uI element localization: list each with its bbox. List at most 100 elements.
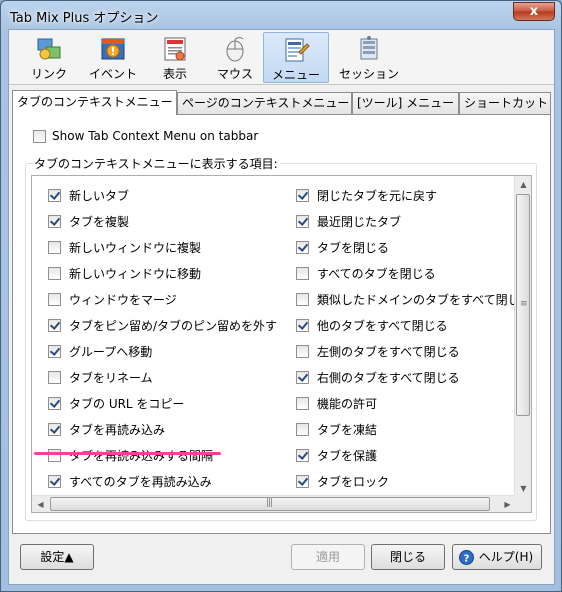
menu-option-label: グループへ移動 [69,345,153,359]
vertical-scroll-thumb[interactable]: ≡ [516,194,530,416]
menu-items-viewport: 新しいタブタブを複製新しいウィンドウに複製新しいウィンドウに移動ウィンドウをマー… [32,176,516,497]
close-button[interactable]: 閉じる [371,544,445,570]
menu-option-checkbox[interactable] [48,475,61,488]
menu-option-item[interactable]: タブの URL をコピー [48,394,184,414]
menu-option-label: タブを保護 [317,449,378,463]
toolbar-session-label: セッション [338,67,399,81]
menu-option-checkbox[interactable] [48,267,61,280]
tab-tools-menu[interactable]: [ツール] メニュー [352,92,459,114]
horizontal-scrollbar[interactable]: ◀ ||| ▶ [32,495,516,512]
menu-option-label: タブを閉じる [317,241,390,255]
menu-option-checkbox[interactable] [296,189,309,202]
menu-option-label: 新しいタブ [69,189,130,203]
horizontal-scroll-thumb[interactable]: ||| [50,497,490,511]
toolbar-event-button[interactable]: イベント [83,32,143,83]
menu-option-item[interactable]: タブをリネーム [48,368,153,388]
tab-page-context-menu[interactable]: ページのコンテキストメニュー [177,92,352,114]
menu-option-label: 新しいウィンドウに移動 [69,267,202,281]
menu-option-checkbox[interactable] [48,423,61,436]
menu-option-item[interactable]: 閉じたタブを元に戻す [296,186,437,206]
menu-option-checkbox[interactable] [48,293,61,306]
menu-option-checkbox[interactable] [296,241,309,254]
menu-option-item[interactable]: タブを凍結 [296,420,377,440]
menu-option-item[interactable]: タブを保護 [296,446,377,466]
menu-option-item[interactable]: 他のタブをすべて閉じる [296,316,448,336]
menu-option-item[interactable]: 機能の許可 [296,394,377,414]
menu-option-checkbox[interactable] [48,189,61,202]
menu-option-checkbox[interactable] [48,397,61,410]
display-icon [164,37,186,61]
menu-option-checkbox[interactable] [48,371,61,384]
menu-option-checkbox[interactable] [296,293,309,306]
menu-option-checkbox[interactable] [296,215,309,228]
menu-option-label: 類似したドメインのタブをすべて閉じる [317,293,516,307]
show-tab-context-label: Show Tab Context Menu on tabbar [52,129,259,143]
menu-option-item[interactable]: タブを再読み込み [48,420,165,440]
menu-option-item[interactable]: 新しいタブ [48,186,129,206]
menu-option-item[interactable]: 新しいウィンドウに複製 [48,238,201,258]
help-button[interactable]: ? ヘルプ(H) [452,544,542,570]
close-window-button[interactable]: x [513,2,555,21]
apply-button[interactable]: 適用 [291,544,365,570]
menu-option-item[interactable]: タブを閉じる [296,238,389,258]
link-icon [37,38,61,60]
menu-option-checkbox[interactable] [48,345,61,358]
toolbar-event-label: イベント [88,67,137,81]
menu-option-checkbox[interactable] [296,371,309,384]
toolbar-menu-label: メニュー [271,68,320,82]
menu-option-label: タブを凍結 [317,423,378,437]
menu-option-item[interactable]: 右側のタブをすべて閉じる [296,368,460,388]
menu-option-checkbox[interactable] [296,397,309,410]
menu-option-checkbox[interactable] [48,241,61,254]
menu-option-checkbox[interactable] [296,423,309,436]
menu-option-item[interactable]: すべてのタブを閉じる [296,264,436,284]
title-bar[interactable]: Tab Mix Plus オプション x [1,1,561,29]
menu-option-item[interactable]: タブをピン留め/タブのピン留めを外す [48,316,277,336]
menu-option-label: 機能の許可 [317,397,378,411]
menu-option-item[interactable]: タブを複製 [48,212,129,232]
toolbar-link-button[interactable]: リンク [19,32,79,83]
toolbar-link-label: リンク [30,67,67,81]
scroll-left-icon[interactable]: ◀ [32,496,49,512]
settings-button[interactable]: 設定▲ [20,544,94,570]
menu-option-label: タブを複製 [69,215,130,229]
menu-option-item[interactable]: すべてのタブを再読み込み [48,472,212,492]
menu-option-item[interactable]: グループへ移動 [48,342,152,362]
scroll-up-icon[interactable]: ▲ [515,176,531,193]
tab-tab-context-menu[interactable]: タブのコンテキストメニュー [12,90,177,115]
menu-option-checkbox[interactable] [48,449,61,462]
menu-option-item[interactable]: 最近閉じたタブ [296,212,401,232]
menu-option-checkbox[interactable] [296,449,309,462]
toolbar-display-button[interactable]: 表示 [149,32,201,83]
hthumb-grip-icon: ||| [266,498,273,508]
dialog-client: リンク イベント 表示 マウス メニュー セッション タブのコンテキストメニュー… [8,29,555,585]
menu-option-label: タブの URL をコピー [69,397,185,411]
menu-option-item[interactable]: タブをロック [296,472,389,492]
menu-option-checkbox[interactable] [48,319,61,332]
toolbar-menu-button[interactable]: メニュー [263,32,329,83]
menu-option-item[interactable]: タブを再読み込みする間隔 [48,446,213,466]
menu-option-checkbox[interactable] [296,475,309,488]
menu-option-label: タブをピン留め/タブのピン留めを外す [69,319,278,333]
tab-shortcuts[interactable]: ショートカット [459,92,551,114]
menu-option-item[interactable]: 左側のタブをすべて閉じる [296,342,460,362]
scroll-corner [514,495,531,512]
menu-option-label: タブをリネーム [69,371,153,385]
menu-items-list[interactable]: 新しいタブタブを複製新しいウィンドウに複製新しいウィンドウに移動ウィンドウをマー… [31,175,532,513]
show-tab-context-option[interactable]: Show Tab Context Menu on tabbar [33,129,258,143]
show-tab-context-checkbox[interactable] [33,130,46,143]
toolbar-mouse-button[interactable]: マウス [209,32,261,83]
menu-option-checkbox[interactable] [48,215,61,228]
menu-items-group-label: タブのコンテキストメニューに表示する項目: [32,155,280,172]
menu-option-label: タブを再読み込み [69,423,166,437]
menu-option-checkbox[interactable] [296,267,309,280]
vertical-scrollbar[interactable]: ▲ ≡ ▼ [514,176,531,497]
menu-option-item[interactable]: ウィンドウをマージ [48,290,177,310]
toolbar-session-button[interactable]: セッション [333,32,405,83]
menu-option-checkbox[interactable] [296,319,309,332]
menu-option-checkbox[interactable] [296,345,309,358]
toolbar-mouse-label: マウス [216,67,253,81]
tab-strip: タブのコンテキストメニュー ページのコンテキストメニュー [ツール] メニュー … [9,90,554,115]
menu-option-item[interactable]: 類似したドメインのタブをすべて閉じる [296,290,516,310]
menu-option-item[interactable]: 新しいウィンドウに移動 [48,264,201,284]
